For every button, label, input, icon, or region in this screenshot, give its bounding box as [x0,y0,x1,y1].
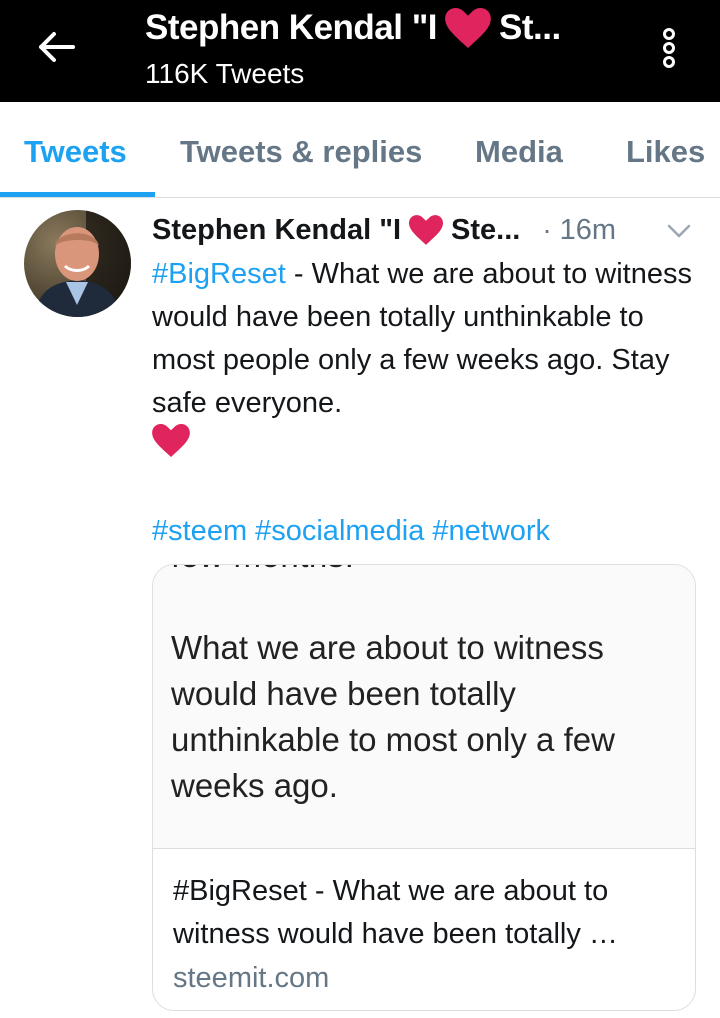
more-vertical-icon [663,28,675,40]
more-vertical-icon [663,42,675,54]
hashtag-link[interactable]: #BigReset [152,258,286,290]
card-image-quote: What we are about to witness would have … [171,629,615,804]
tab-media[interactable]: Media [475,134,563,170]
tweet-text: #BigReset - What we are about to witness… [152,253,697,425]
tweet-author-suffix: Ste... [451,213,521,246]
header-title-suffix: St... [499,8,561,47]
more-options-button[interactable] [654,24,684,72]
header-title-prefix: Stephen Kendal "I [145,8,438,47]
chevron-down-icon[interactable] [666,222,692,240]
tweet-count: 116K Tweets [145,58,305,89]
heart-icon [445,8,491,48]
heart-icon [409,215,444,245]
tweet-hashtags: #steem #socialmedia #network [152,510,558,553]
link-preview-card[interactable]: few months. What we are about to witness… [152,564,696,1011]
card-domain: steemit.com [173,962,330,994]
hashtag-link[interactable]: #steem [152,515,247,547]
more-vertical-icon [663,56,675,68]
tweet-author-prefix: Stephen Kendal "I [152,213,402,246]
card-image: few months. What we are about to witness… [153,565,695,849]
tab-tweets[interactable]: Tweets [24,134,127,170]
heart-icon [152,424,190,462]
card-image-cut-text: few months. [171,565,354,575]
header-title: Stephen Kendal "I St... [145,8,561,48]
card-title: #BigReset - What we are about to witness… [173,875,618,950]
card-body: #BigReset - What we are about to witness… [153,850,695,1000]
hashtag-link[interactable]: #network [432,515,550,547]
tweet-header: Stephen Kendal "I Ste... · 16m [152,208,712,252]
profile-tabs: Tweets Tweets & replies Media Likes [0,102,720,198]
back-button[interactable] [30,24,82,70]
separator-dot: · [542,214,552,245]
tab-tweets-and-replies[interactable]: Tweets & replies [180,134,422,170]
avatar[interactable] [24,210,131,317]
arrow-left-icon [39,32,75,62]
hashtag-link[interactable]: #socialmedia [255,515,424,547]
tab-likes[interactable]: Likes [626,134,705,170]
active-tab-indicator [0,192,155,197]
tweet-author[interactable]: Stephen Kendal "I Ste... [152,214,520,247]
tweet-timestamp[interactable]: 16m [560,214,616,247]
profile-header: Stephen Kendal "I St... 116K Tweets [0,0,720,102]
